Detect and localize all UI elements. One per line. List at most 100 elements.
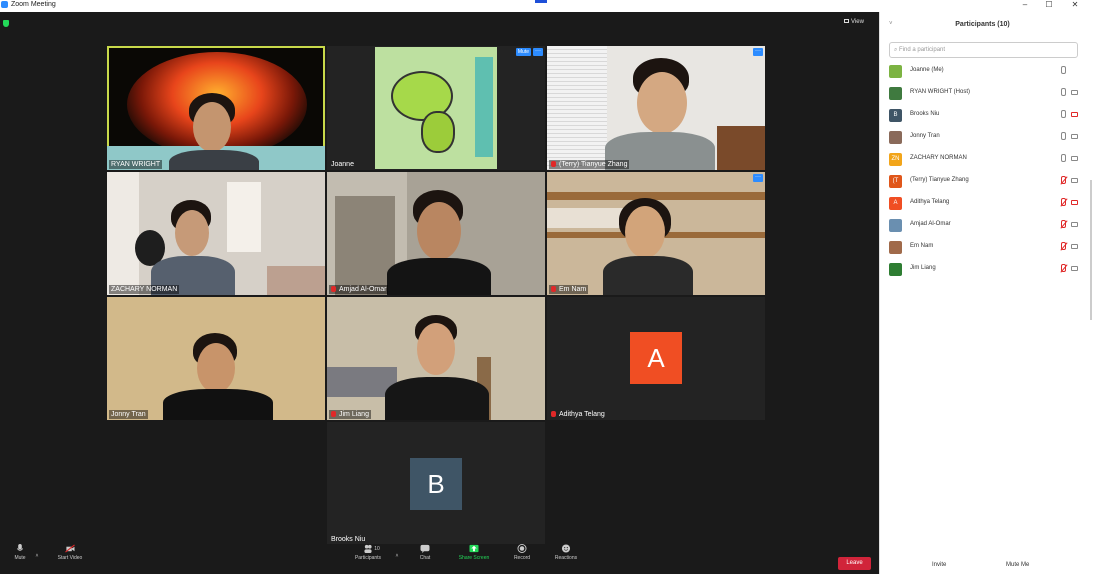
participant-avatar: B (410, 458, 462, 510)
participant-name: Brooks Niu (910, 111, 940, 117)
video-tile-zachary[interactable]: ZACHARY NORMAN (107, 172, 325, 295)
video-tile-joanne[interactable]: Mute ··· Joanne (327, 46, 545, 170)
participant-row[interactable]: (T (Terry) Tianyue Zhang (889, 174, 1079, 190)
view-label: View (851, 19, 864, 25)
tile-name-label: Joanne (331, 161, 354, 168)
mic-muted-icon[interactable] (1061, 198, 1066, 206)
participant-row[interactable]: Em Nam (889, 240, 1079, 256)
reactions-icon (561, 544, 571, 553)
view-button[interactable]: View (844, 19, 864, 25)
invite-button[interactable]: Invite (932, 562, 946, 568)
participant-row[interactable]: Joanne (Me) (889, 64, 1079, 80)
share-screen-button[interactable]: Share Screen (454, 544, 494, 561)
participants-panel: ˅ Participants (10) ⌕ Find a participant… (879, 12, 1084, 574)
video-tile-jim[interactable]: Jim Liang (327, 297, 545, 420)
camera-icon[interactable] (1071, 90, 1078, 95)
video-tile-jonny[interactable]: Jonny Tran (107, 297, 325, 420)
video-tile-amjad[interactable]: Amjad Al-Omar (327, 172, 545, 295)
participant-face (175, 210, 209, 256)
video-tile-brooks[interactable]: B Brooks Niu (327, 422, 545, 545)
camera-icon[interactable] (1071, 222, 1078, 227)
participant-avatar (889, 263, 902, 276)
tile-more-button[interactable]: ··· (533, 48, 543, 56)
camera-icon[interactable] (1071, 244, 1078, 249)
tile-name-label: Adithya Telang (549, 410, 607, 419)
camera-off-icon[interactable] (1071, 200, 1078, 205)
tile-more-button[interactable]: ··· (753, 174, 763, 182)
mic-muted-icon[interactable] (1061, 264, 1066, 272)
participant-row[interactable]: A Adithya Telang (889, 196, 1079, 212)
participants-count: 10 (374, 546, 380, 552)
mic-icon[interactable] (1061, 110, 1066, 118)
cartoon-avatar-image (375, 47, 497, 169)
mic-icon[interactable] (1061, 132, 1066, 140)
participant-row[interactable]: B Brooks Niu (889, 108, 1079, 124)
participant-avatar (889, 241, 902, 254)
participant-face (197, 343, 235, 393)
chat-button[interactable]: Chat (405, 544, 445, 561)
participant-avatar (889, 65, 902, 78)
share-screen-icon (469, 544, 479, 553)
tile-mute-button[interactable]: Mute (515, 48, 531, 56)
participant-name: Jonny Tran (910, 133, 940, 139)
mic-muted-icon[interactable] (1061, 176, 1066, 184)
tile-name-label: Jonny Tran (109, 410, 148, 419)
camera-icon[interactable] (1071, 156, 1078, 161)
panel-scrollbar[interactable] (1084, 12, 1094, 574)
start-video-button[interactable]: Start Video (50, 544, 90, 561)
mic-icon[interactable] (1061, 154, 1066, 162)
close-button[interactable]: ✕ (1068, 0, 1082, 11)
security-shield-icon[interactable] (3, 20, 9, 27)
video-off-icon (65, 544, 75, 553)
microphone-icon (16, 544, 24, 551)
meeting-toolbar: Mute ˄ Start Video Participants 10 ˄ Cha… (0, 544, 879, 574)
video-tile-terry[interactable]: ··· (Terry) Tianyue Zhang (547, 46, 765, 170)
participant-name: Adithya Telang (910, 199, 950, 205)
participant-row[interactable]: Jim Liang (889, 262, 1079, 278)
camera-off-icon[interactable] (1071, 112, 1078, 117)
participant-name: Em Nam (910, 243, 934, 249)
video-tile-em[interactable]: ··· Em Nam (547, 172, 765, 295)
participant-face (417, 202, 461, 260)
participant-row[interactable]: Jonny Tran (889, 130, 1079, 146)
record-icon (517, 544, 527, 553)
camera-icon[interactable] (1071, 266, 1078, 271)
participant-face (193, 102, 231, 152)
minimize-button[interactable]: – (1018, 0, 1032, 11)
video-tile-adithya[interactable]: A Adithya Telang (547, 297, 765, 420)
tile-name-label: Jim Liang (329, 410, 371, 419)
maximize-button[interactable]: ☐ (1042, 0, 1056, 11)
mic-icon[interactable] (1061, 88, 1066, 96)
participant-row[interactable]: Amjad Al-Omar (889, 218, 1079, 234)
leave-button[interactable]: Leave (838, 557, 871, 570)
participant-avatar: ZN (889, 153, 902, 166)
participant-name: Jim Liang (910, 265, 936, 271)
scrollbar-thumb[interactable] (1090, 180, 1092, 320)
participant-avatar (889, 87, 902, 100)
record-button[interactable]: Record (502, 544, 542, 561)
participant-row[interactable]: ZN ZACHARY NORMAN (889, 152, 1079, 168)
participant-row[interactable]: RYAN WRIGHT (Host) (889, 86, 1079, 102)
participant-search-input[interactable]: ⌕ Find a participant (889, 42, 1078, 58)
mute-me-button[interactable]: Mute Me (1006, 562, 1029, 568)
camera-icon[interactable] (1071, 134, 1078, 139)
panel-title: Participants (10) (955, 21, 1010, 28)
participant-face (637, 72, 687, 134)
participant-face (417, 323, 455, 375)
participant-name: Joanne (Me) (910, 67, 944, 73)
muted-mic-icon (551, 411, 556, 418)
reactions-button[interactable]: Reactions (546, 544, 586, 561)
tile-name-label: Em Nam (549, 285, 589, 294)
mic-muted-icon[interactable] (1061, 220, 1066, 228)
camera-icon[interactable] (1071, 178, 1078, 183)
participant-name: RYAN WRIGHT (Host) (910, 89, 971, 95)
tile-more-button[interactable]: ··· (753, 48, 763, 56)
muted-mic-icon (551, 286, 556, 293)
participant-avatar: A (630, 332, 682, 384)
audio-options-chevron-icon[interactable]: ˄ (34, 553, 40, 559)
participants-chevron-icon[interactable]: ˄ (394, 553, 400, 559)
window-title: Zoom Meeting (11, 1, 56, 8)
mic-muted-icon[interactable] (1061, 242, 1066, 250)
mic-icon[interactable] (1061, 66, 1066, 74)
video-tile-ryan[interactable]: RYAN WRIGHT (107, 46, 325, 170)
